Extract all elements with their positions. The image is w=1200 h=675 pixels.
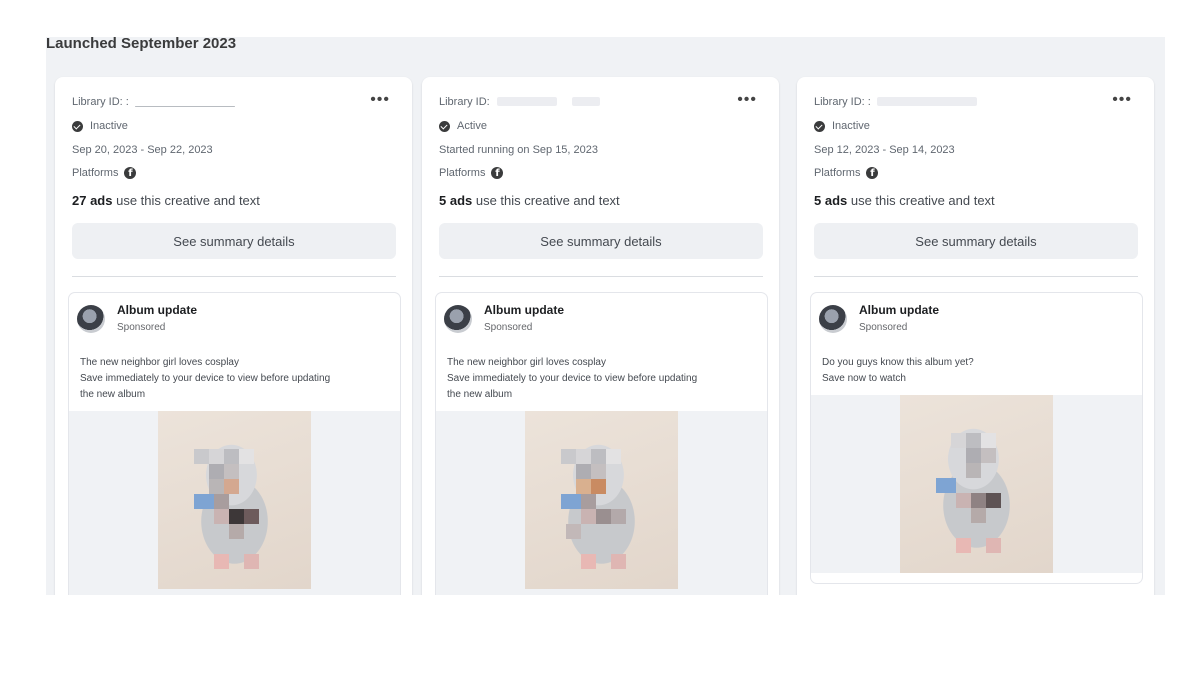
- redacted-id: [572, 97, 600, 106]
- status-text: Inactive: [832, 120, 870, 132]
- more-options-icon[interactable]: •••: [737, 91, 757, 109]
- redacted-id: [877, 97, 977, 106]
- redacted-id: [135, 106, 235, 107]
- ad-count-text: use this creative and text: [847, 193, 995, 208]
- platforms: Platforms f: [72, 167, 137, 179]
- avatar: [444, 305, 472, 333]
- run-dates: Sep 20, 2023 - Sep 22, 2023: [72, 144, 213, 156]
- avatar: [77, 305, 105, 333]
- platforms: Platforms f: [439, 167, 504, 179]
- avatar: [819, 305, 847, 333]
- check-circle-icon: [439, 120, 450, 132]
- redacted-id: [497, 97, 557, 106]
- see-summary-button[interactable]: See summary details: [814, 223, 1138, 259]
- platforms-label: Platforms: [439, 167, 486, 179]
- post-line: Do you guys know this album yet?: [822, 357, 974, 368]
- post-line: Save immediately to your device to view …: [80, 373, 331, 384]
- ad-count: 27 ads use this creative and text: [72, 193, 260, 208]
- blurred-photo: [525, 411, 678, 589]
- library-id-label: Library ID: :: [72, 96, 129, 108]
- post-line: The new neighbor girl loves cosplay: [447, 357, 606, 368]
- ad-preview[interactable]: Album update Sponsored Do you guys know …: [811, 293, 1142, 583]
- ad-card: Library ID: : ••• Inactive Sep 20, 2023 …: [55, 77, 412, 607]
- facebook-icon: f: [124, 167, 137, 179]
- ad-preview[interactable]: Album update Sponsored The new neighbor …: [436, 293, 767, 607]
- ad-count: 5 ads use this creative and text: [814, 193, 995, 208]
- post-line: The new neighbor girl loves cosplay: [80, 357, 239, 368]
- more-options-icon[interactable]: •••: [1112, 91, 1132, 109]
- ad-card: Library ID: : ••• Inactive Sep 12, 2023 …: [797, 77, 1154, 607]
- facebook-icon: f: [491, 167, 504, 179]
- page-background: [0, 595, 1200, 675]
- post-text: Do you guys know this album yet? Save no…: [822, 355, 1140, 387]
- run-dates: Started running on Sep 15, 2023: [439, 144, 599, 156]
- platforms-label: Platforms: [72, 167, 119, 179]
- post-line: Save immediately to your device to view …: [447, 373, 698, 384]
- post-media: [69, 411, 400, 607]
- run-dates: Sep 12, 2023 - Sep 14, 2023: [814, 144, 955, 156]
- post-subtitle: Sponsored: [484, 322, 533, 333]
- post-title: Album update: [117, 303, 197, 317]
- post-title: Album update: [859, 303, 939, 317]
- blurred-photo: [900, 395, 1053, 573]
- divider: [439, 276, 763, 277]
- post-text: The new neighbor girl loves cosplay Save…: [80, 355, 398, 403]
- ad-count-text: use this creative and text: [472, 193, 620, 208]
- post-line: Save now to watch: [822, 373, 906, 384]
- check-circle-icon: [72, 120, 83, 132]
- ad-count-number: 5 ads: [439, 193, 473, 208]
- status-text: Inactive: [90, 120, 128, 132]
- section-title: Launched September 2023: [46, 35, 237, 52]
- divider: [814, 276, 1138, 277]
- ad-card: Library ID: ••• Active Started running o…: [422, 77, 779, 607]
- post-line: the new album: [447, 389, 513, 400]
- see-summary-button[interactable]: See summary details: [72, 223, 396, 259]
- facebook-icon: f: [866, 167, 879, 179]
- divider: [72, 276, 396, 277]
- status-indicator: Inactive: [72, 120, 128, 132]
- post-subtitle: Sponsored: [859, 322, 908, 333]
- check-circle-icon: [814, 120, 825, 132]
- see-summary-button[interactable]: See summary details: [439, 223, 763, 259]
- more-options-icon[interactable]: •••: [370, 91, 390, 109]
- post-title: Album update: [484, 303, 564, 317]
- ad-count: 5 ads use this creative and text: [439, 193, 620, 208]
- status-indicator: Inactive: [814, 120, 870, 132]
- ad-preview[interactable]: Album update Sponsored The new neighbor …: [69, 293, 400, 607]
- library-id-label: Library ID: :: [814, 96, 871, 108]
- post-subtitle: Sponsored: [117, 322, 166, 333]
- platforms: Platforms f: [814, 167, 879, 179]
- platforms-label: Platforms: [814, 167, 861, 179]
- post-media: [436, 411, 767, 607]
- post-media: [811, 395, 1142, 573]
- ad-count-number: 27 ads: [72, 193, 113, 208]
- blurred-photo: [158, 411, 311, 589]
- status-indicator: Active: [439, 120, 487, 132]
- post-text: The new neighbor girl loves cosplay Save…: [447, 355, 765, 403]
- ad-count-number: 5 ads: [814, 193, 848, 208]
- status-text: Active: [457, 120, 487, 132]
- post-line: the new album: [80, 389, 146, 400]
- ad-count-text: use this creative and text: [112, 193, 260, 208]
- library-id-label: Library ID:: [439, 96, 490, 108]
